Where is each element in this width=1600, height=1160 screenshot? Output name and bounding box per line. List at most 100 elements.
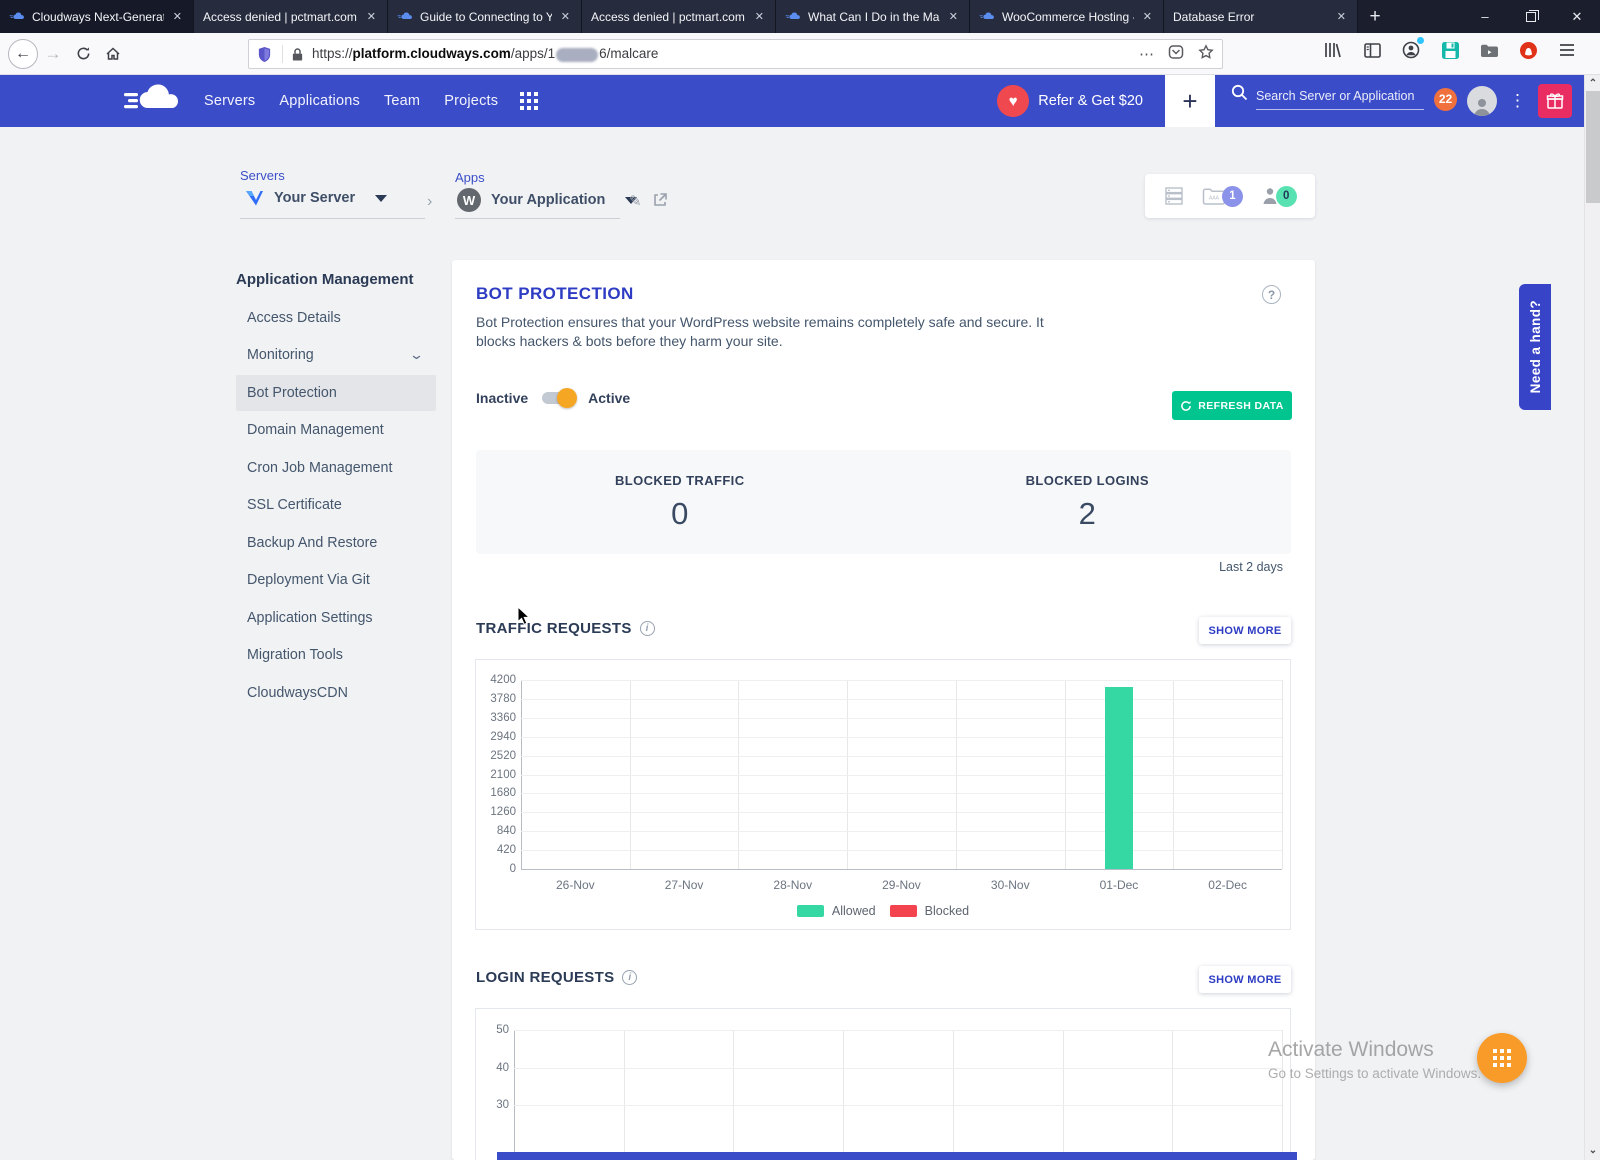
home-button[interactable] xyxy=(98,39,128,69)
gift-button[interactable] xyxy=(1538,84,1572,118)
sidebar-item-access-details[interactable]: Access Details xyxy=(236,300,436,336)
browser-tab[interactable]: Cloudways Next-Generati ✕ xyxy=(0,0,194,33)
sidebar-item-domain-management[interactable]: Domain Management xyxy=(236,412,436,448)
traffic-info-icon[interactable]: i xyxy=(639,621,655,636)
search-input[interactable]: Search Server or Application xyxy=(1256,89,1424,110)
refresh-data-button[interactable]: REFRESH DATA xyxy=(1172,391,1292,420)
scrollbar-thumb[interactable] xyxy=(1586,91,1600,203)
account-icon[interactable] xyxy=(1398,37,1424,63)
page-scrollbar[interactable]: ⌃ ⌄ xyxy=(1584,75,1600,1160)
tab-close-icon[interactable]: ✕ xyxy=(559,10,572,23)
window-controls: – ✕ xyxy=(1462,0,1600,33)
server-selector[interactable]: Your Server xyxy=(244,188,388,208)
browser-tab[interactable]: What Can I Do in the Man ✕ xyxy=(776,0,970,33)
server-rack-summary[interactable] xyxy=(1163,185,1185,207)
bookmark-star-icon[interactable] xyxy=(1198,44,1214,64)
browser-tab[interactable]: WooCommerce Hosting - ✕ xyxy=(970,0,1164,33)
browser-tab[interactable]: Guide to Connecting to Yo ✕ xyxy=(388,0,582,33)
sidebar-item-application-settings[interactable]: Application Settings xyxy=(236,600,436,636)
back-button[interactable]: ← xyxy=(8,38,38,69)
apps-grid-icon[interactable] xyxy=(520,92,539,110)
tab-close-icon[interactable]: ✕ xyxy=(171,10,184,23)
chart-gridline-horizontal xyxy=(521,793,1282,795)
login-chart-y-axis: 50 40 30 xyxy=(476,1024,509,1160)
menu-hamburger-icon[interactable] xyxy=(1554,37,1580,63)
tracking-protection-shield-icon[interactable] xyxy=(257,46,272,63)
chart-gridline-vertical xyxy=(1172,1030,1174,1160)
y-axis-tick-label: 4200 xyxy=(490,674,516,686)
login-show-more-button[interactable]: SHOW MORE xyxy=(1199,966,1291,993)
save-extension-icon[interactable] xyxy=(1437,37,1463,63)
projects-folder-summary[interactable]: AAA 1 xyxy=(1202,185,1243,207)
help-icon[interactable]: ? xyxy=(1262,285,1281,304)
toolbar-extensions xyxy=(1320,37,1580,63)
notification-count-badge[interactable]: 22 xyxy=(1434,87,1457,111)
window-restore-button[interactable] xyxy=(1508,0,1554,33)
traffic-show-more-button[interactable]: SHOW MORE xyxy=(1199,617,1291,644)
edit-application-pencil-icon[interactable]: ✎ xyxy=(629,192,642,210)
vultr-server-icon xyxy=(246,191,263,206)
browser-tab[interactable]: Database Error ✕ xyxy=(1164,0,1358,33)
tab-close-icon[interactable]: ✕ xyxy=(947,10,960,23)
library-icon[interactable] xyxy=(1320,37,1346,63)
tab-close-icon[interactable]: ✕ xyxy=(365,10,378,23)
y-axis-tick-label: 2100 xyxy=(490,768,516,781)
lock-icon[interactable] xyxy=(291,47,304,62)
resource-summary-card: AAA 1 0 xyxy=(1145,174,1315,218)
pocket-icon[interactable] xyxy=(1168,44,1184,64)
scrollbar-down-arrow-icon[interactable]: ⌄ xyxy=(1585,1145,1600,1156)
search-icon[interactable] xyxy=(1231,84,1248,110)
nav-item-applications[interactable]: Applications xyxy=(279,93,360,109)
need-a-hand-tab[interactable]: Need a hand? xyxy=(1519,284,1551,410)
sidebar-item-migration-tools[interactable]: Migration Tools xyxy=(236,637,436,673)
refer-button[interactable]: ♥ Refer & Get $20 xyxy=(997,85,1143,117)
tab-close-icon[interactable]: ✕ xyxy=(1141,10,1154,23)
add-server-button[interactable]: + xyxy=(1165,75,1215,127)
sidebar-item-monitoring[interactable]: Monitoring ⌄ xyxy=(236,337,436,373)
reload-button[interactable] xyxy=(68,39,98,69)
scrollbar-up-arrow-icon[interactable]: ⌃ xyxy=(1585,78,1600,89)
browser-tab[interactable]: Access denied | pctmart.com ✕ xyxy=(194,0,388,33)
sidebars-icon[interactable] xyxy=(1359,37,1385,63)
nav-item-projects[interactable]: Projects xyxy=(444,93,498,109)
sidebar-item-cron-job-management[interactable]: Cron Job Management xyxy=(236,450,436,486)
folder-extension-icon[interactable] xyxy=(1476,37,1502,63)
floating-apps-button[interactable] xyxy=(1477,1033,1527,1083)
page-actions-icon[interactable]: ⋯ xyxy=(1139,45,1154,63)
new-tab-button[interactable]: + xyxy=(1358,0,1392,33)
legend-swatch-icon xyxy=(889,905,917,917)
tab-close-icon[interactable]: ✕ xyxy=(1335,10,1348,23)
chart-gridline-horizontal xyxy=(521,831,1282,833)
blocker-extension-icon[interactable] xyxy=(1515,37,1541,63)
more-options-kebab-icon[interactable]: ⋮ xyxy=(1509,91,1526,111)
sidebar-item-backup-and-restore[interactable]: Backup And Restore xyxy=(236,525,436,561)
restore-icon xyxy=(1526,9,1539,22)
window-close-button[interactable]: ✕ xyxy=(1554,0,1600,33)
cloudways-logo-icon[interactable] xyxy=(124,83,182,120)
url-bar[interactable]: https://platform.cloudways.com/apps/1 6/m… xyxy=(248,39,1223,69)
login-requests-chart: 50 40 30 xyxy=(475,1008,1291,1160)
sidebar-item-bot-protection[interactable]: Bot Protection xyxy=(236,374,436,411)
team-members-summary[interactable]: 0 xyxy=(1260,185,1297,207)
nav-item-team[interactable]: Team xyxy=(384,93,420,109)
open-application-external-link-icon[interactable] xyxy=(652,192,668,213)
chart-gridline-horizontal xyxy=(514,1030,1282,1031)
forward-button[interactable]: → xyxy=(38,39,68,69)
bot-protection-toggle[interactable] xyxy=(542,388,578,408)
team-count-badge: 0 xyxy=(1275,185,1297,207)
application-selector[interactable]: W Your Application xyxy=(457,188,638,212)
wordpress-icon: W xyxy=(457,188,481,212)
blocked-traffic-stat: BLOCKED TRAFFIC 0 xyxy=(476,450,884,554)
sidebar-item-cloudwayscdn[interactable]: CloudwaysCDN xyxy=(236,675,436,711)
refresh-label: REFRESH DATA xyxy=(1198,399,1284,412)
nav-item-servers[interactable]: Servers xyxy=(204,93,255,109)
login-info-icon[interactable]: i xyxy=(622,970,638,985)
user-avatar[interactable] xyxy=(1467,86,1497,116)
reload-icon xyxy=(77,47,89,60)
browser-tab[interactable]: Access denied | pctmart.com ✕ xyxy=(582,0,776,33)
tab-title: Cloudways Next-Generati xyxy=(32,9,164,24)
sidebar-item-ssl-certificate[interactable]: SSL Certificate xyxy=(236,487,436,523)
sidebar-item-deployment-via-git[interactable]: Deployment Via Git xyxy=(236,562,436,598)
window-minimize-button[interactable]: – xyxy=(1462,0,1508,33)
tab-close-icon[interactable]: ✕ xyxy=(753,10,766,23)
